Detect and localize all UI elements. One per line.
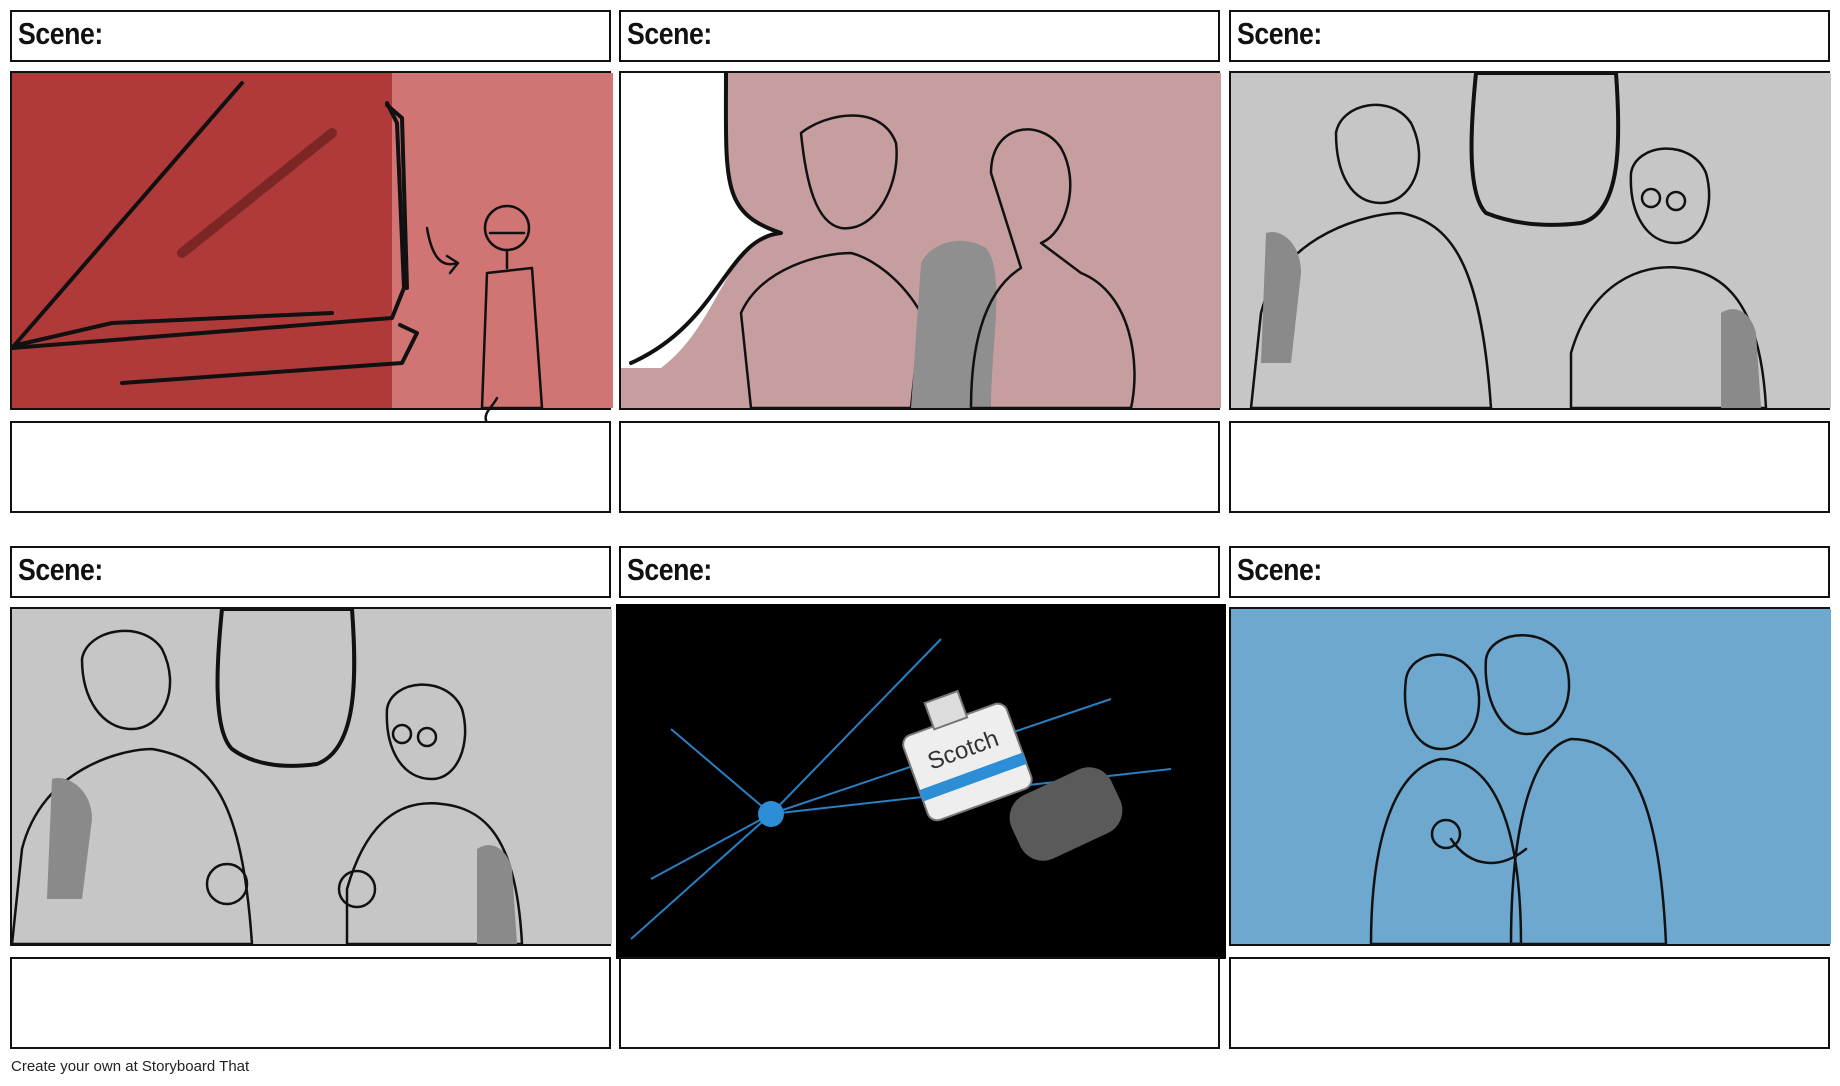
panel-image-1 xyxy=(10,71,613,425)
scene-label: Scene: xyxy=(627,552,712,587)
sketch-drawing: Scotch xyxy=(616,604,1226,959)
panel-image-4 xyxy=(10,607,612,946)
sketch-drawing xyxy=(1231,609,1831,946)
scene-title-box[interactable]: Scene: xyxy=(1229,546,1830,598)
sketch-drawing xyxy=(621,71,1221,410)
caption-box[interactable] xyxy=(1229,421,1830,513)
caption-box[interactable] xyxy=(619,957,1220,1049)
scene-title-box[interactable]: Scene: xyxy=(10,546,611,598)
footer-credit[interactable]: Create your own at Storyboard That xyxy=(11,1058,249,1075)
scene-label: Scene: xyxy=(18,552,103,587)
sketch-drawing xyxy=(10,607,612,946)
caption-box[interactable] xyxy=(10,957,611,1049)
panel-image-2 xyxy=(619,71,1221,410)
panel-image-6 xyxy=(1229,607,1831,946)
scene-label: Scene: xyxy=(627,16,712,51)
caption-box[interactable] xyxy=(1229,957,1830,1049)
storyboard: Scene: Scene: Scene: Scene: Scene: Scotc… xyxy=(0,0,1840,1086)
scene-label: Scene: xyxy=(1237,16,1322,51)
scene-label: Scene: xyxy=(1237,552,1322,587)
scene-title-box[interactable]: Scene: xyxy=(10,10,611,62)
scene-title-box[interactable]: Scene: xyxy=(619,546,1220,598)
caption-box[interactable] xyxy=(10,421,611,513)
scene-label: Scene: xyxy=(18,16,103,51)
sketch-drawing xyxy=(10,73,613,425)
panel-image-3 xyxy=(1229,71,1831,410)
sketch-drawing xyxy=(1231,71,1831,410)
scene-title-box[interactable]: Scene: xyxy=(1229,10,1830,62)
scene-title-box[interactable]: Scene: xyxy=(619,10,1220,62)
panel-image-5: Scotch xyxy=(616,604,1226,959)
caption-box[interactable] xyxy=(619,421,1220,513)
